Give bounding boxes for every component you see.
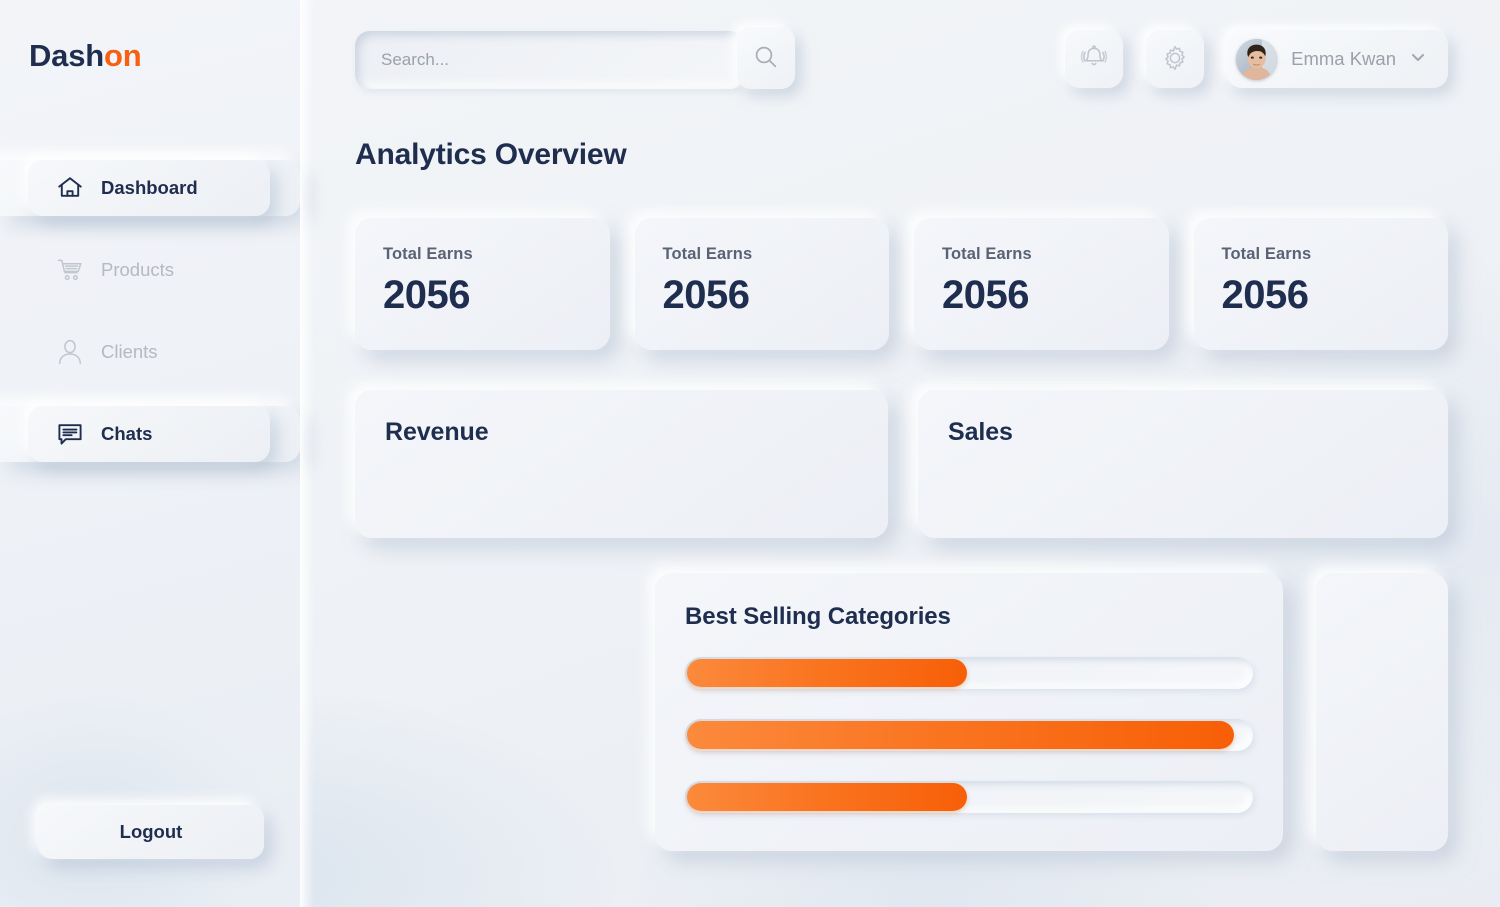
app-root: Dashon Dashboard Products Clients Chats …	[0, 0, 1500, 907]
stat-card-value: 2056	[383, 273, 470, 317]
sidebar-item-clients[interactable]: Clients	[28, 324, 270, 380]
stat-card[interactable]: Total Earns 2056	[1193, 218, 1448, 350]
search-icon	[753, 44, 779, 73]
sidebar-item-label: Dashboard	[101, 177, 198, 198]
search-button[interactable]	[737, 27, 795, 89]
stat-card-value: 2056	[1221, 273, 1309, 317]
home-icon	[56, 174, 84, 202]
top-header: Emma Kwan	[355, 27, 1448, 94]
main-content: Emma Kwan Analytics Overview Total Earns…	[300, 0, 1500, 907]
sidebar: Dashon Dashboard Products Clients Chats …	[0, 0, 314, 907]
sales-panel[interactable]: Sales	[918, 390, 1448, 538]
logo-text-accent: on	[104, 38, 142, 73]
bell-icon	[1079, 43, 1109, 76]
logout-button[interactable]: Logout	[38, 805, 264, 859]
stat-cards-row: Total Earns 2056 Total Earns 2056 Total …	[355, 218, 1448, 350]
search-group	[355, 27, 795, 89]
stat-card[interactable]: Total Earns 2056	[634, 218, 889, 350]
sidebar-item-label: Products	[101, 259, 175, 280]
app-logo: Dashon	[29, 40, 142, 71]
stat-card-label: Total Earns	[662, 245, 753, 263]
chevron-down-icon[interactable]	[1410, 49, 1426, 70]
stat-card[interactable]: Total Earns 2056	[355, 218, 610, 350]
category-bar-track[interactable]	[685, 719, 1253, 751]
chat-icon	[56, 420, 84, 448]
avatar	[1236, 38, 1278, 80]
settings-button[interactable]	[1146, 30, 1205, 88]
notifications-button[interactable]	[1065, 30, 1124, 88]
panels-row: Revenue Sales	[355, 390, 1448, 538]
revenue-panel[interactable]: Revenue	[355, 390, 888, 538]
categories-title: Best Selling Categories	[685, 603, 951, 630]
category-bar-fill	[687, 721, 1234, 749]
sidebar-item-chats[interactable]: Chats	[0, 406, 300, 462]
sidebar-nav: Dashboard Products Clients Chats	[0, 160, 300, 488]
logout-label: Logout	[119, 821, 183, 842]
sidebar-item-products[interactable]: Products	[28, 242, 270, 298]
category-bar-track[interactable]	[685, 781, 1253, 813]
user-menu[interactable]: Emma Kwan	[1227, 30, 1448, 88]
gear-icon	[1160, 43, 1190, 76]
stat-card-label: Total Earns	[1221, 245, 1312, 263]
panel-title: Revenue	[385, 418, 489, 446]
page-title: Analytics Overview	[355, 138, 627, 171]
logout-container: Logout	[0, 805, 300, 859]
cart-icon	[56, 256, 84, 284]
search-input[interactable]	[355, 31, 745, 89]
best-selling-categories-card: Best Selling Categories	[655, 573, 1283, 851]
user-icon	[56, 338, 84, 366]
header-actions: Emma Kwan	[1065, 30, 1448, 88]
panel-title: Sales	[948, 418, 1013, 446]
stat-card[interactable]: Total Earns 2056	[914, 218, 1169, 350]
sidebar-item-label: Clients	[101, 341, 158, 362]
bottom-row: Best Selling Categories	[655, 573, 1448, 851]
stat-card-label: Total Earns	[942, 245, 1032, 263]
user-name: Emma Kwan	[1291, 48, 1396, 69]
stat-card-value: 2056	[942, 273, 1029, 317]
logo-text-primary: Dash	[29, 38, 105, 73]
category-bar-fill	[687, 783, 967, 811]
empty-widget-card[interactable]	[1316, 573, 1448, 851]
sidebar-item-label: Chats	[101, 423, 153, 444]
category-bar-fill	[687, 659, 967, 687]
sidebar-item-dashboard[interactable]: Dashboard	[0, 160, 300, 216]
stat-card-value: 2056	[662, 273, 750, 317]
category-bar-track[interactable]	[685, 657, 1253, 689]
stat-card-label: Total Earns	[383, 245, 473, 263]
